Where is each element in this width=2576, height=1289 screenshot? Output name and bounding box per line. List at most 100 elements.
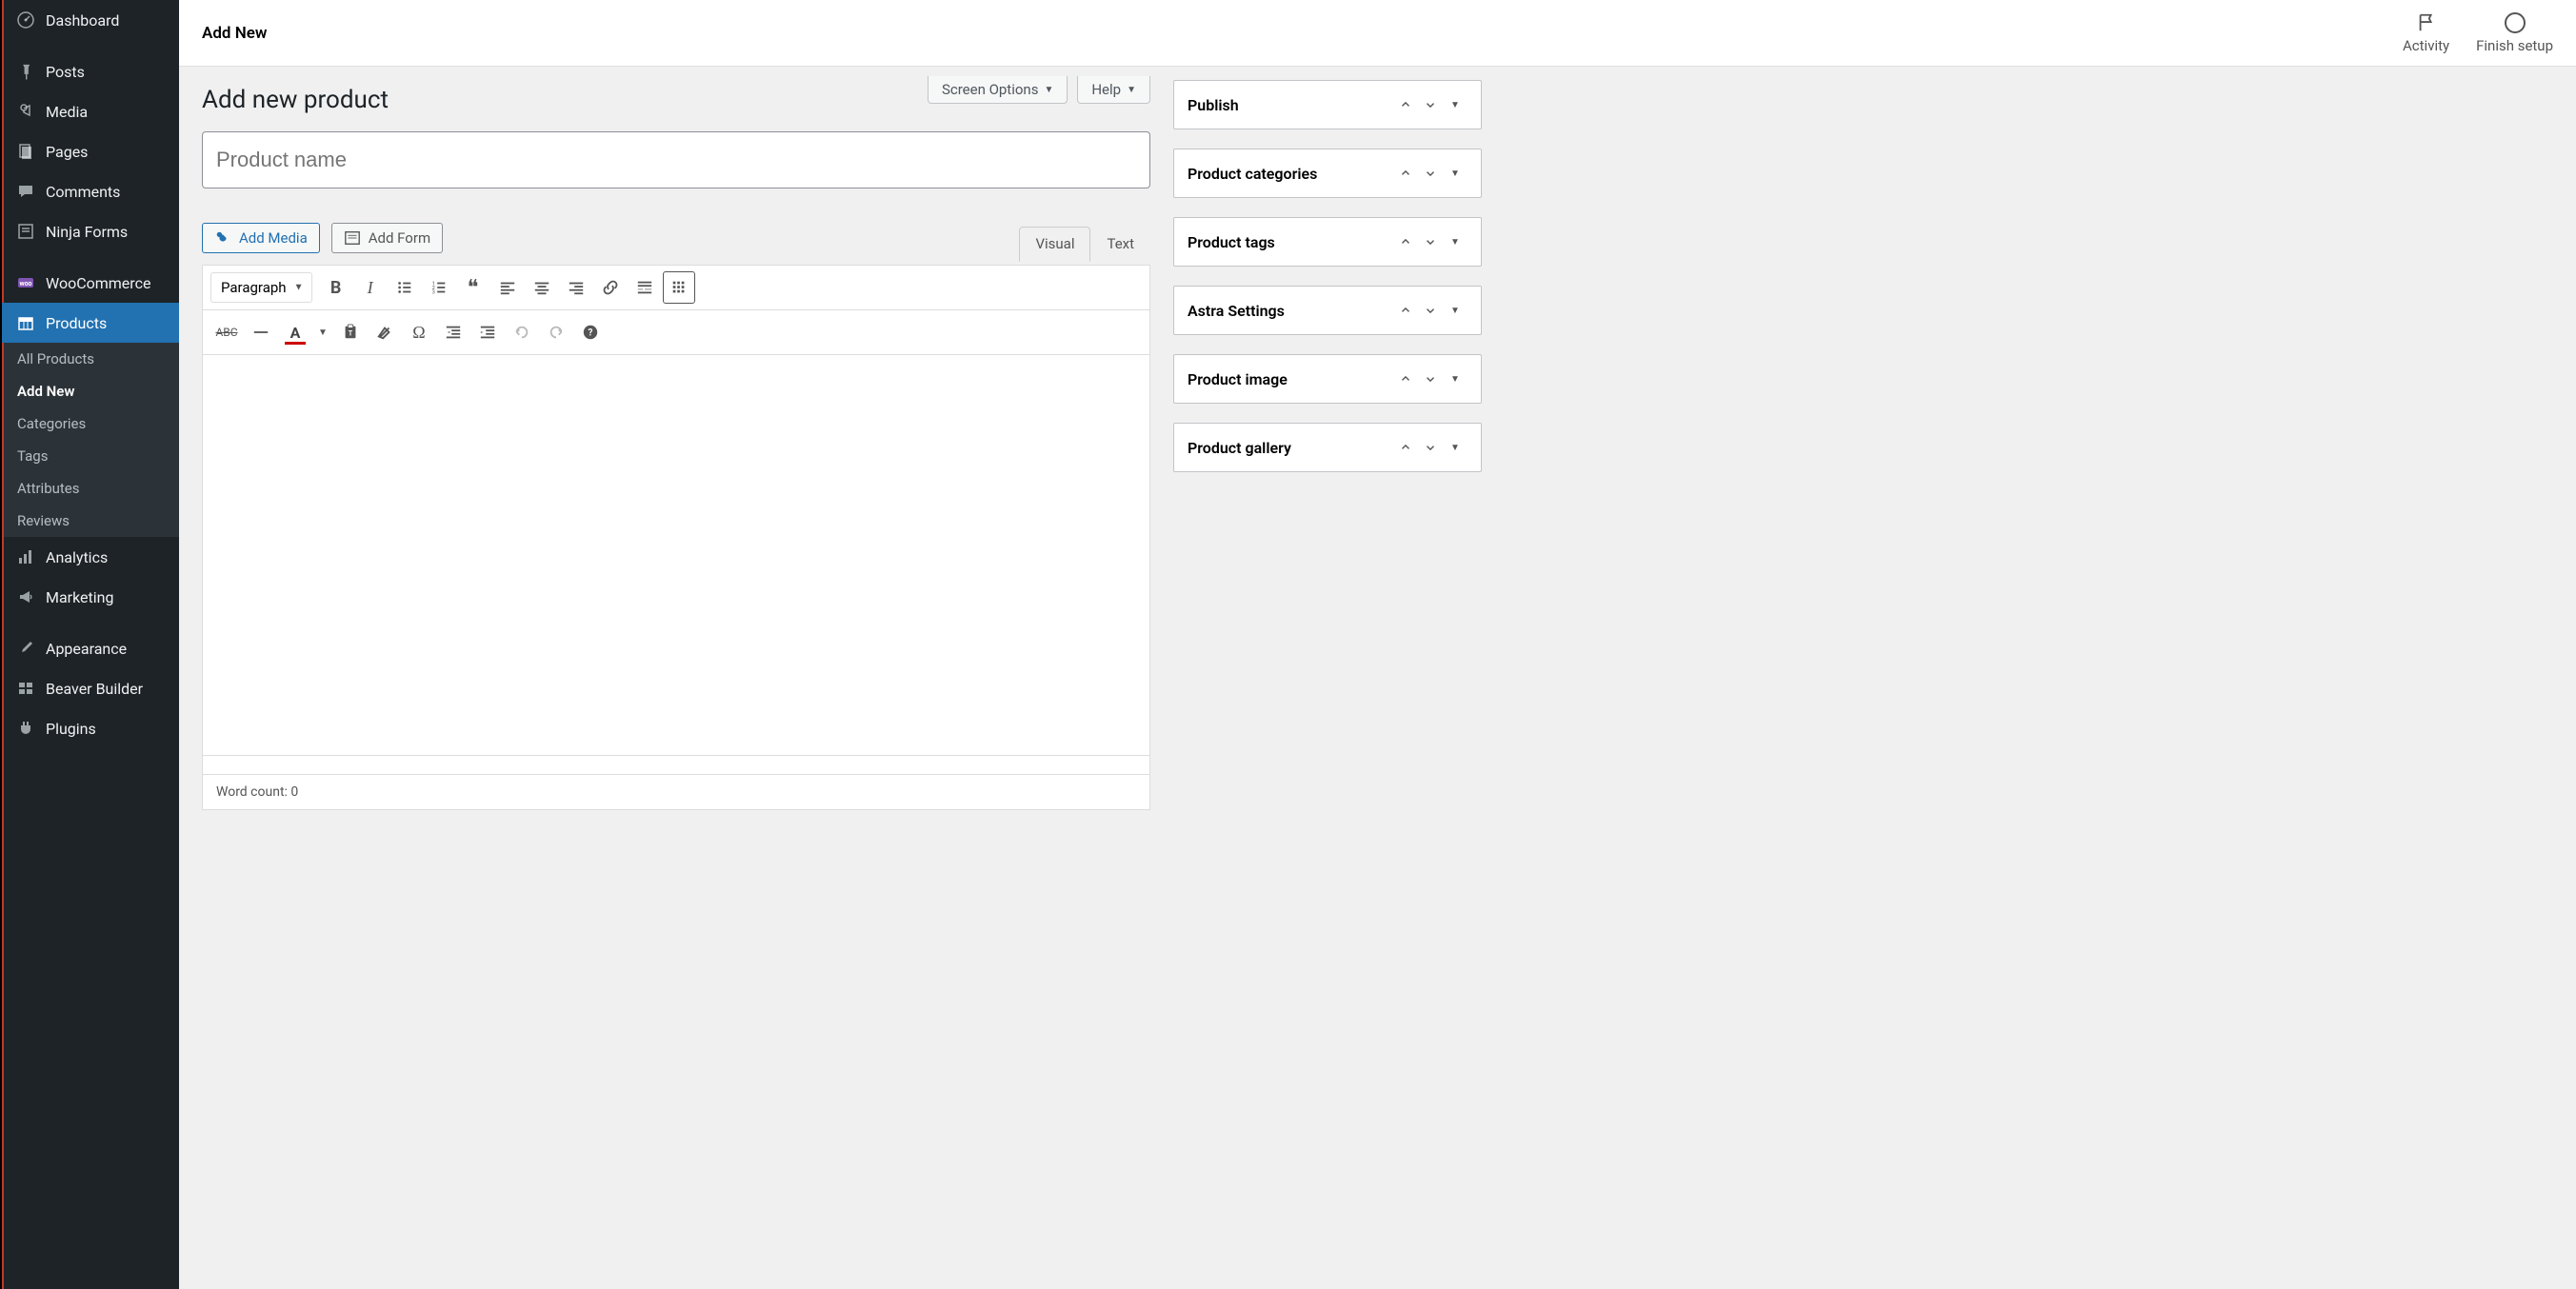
metabox-product-gallery: Product gallery ▼ <box>1173 423 1482 472</box>
clear-formatting-button[interactable] <box>369 316 401 348</box>
metabox-publish: Publish ▼ <box>1173 80 1482 129</box>
form-icon <box>344 229 361 247</box>
product-name-input[interactable] <box>202 131 1150 188</box>
sidebar-item-products[interactable]: Products <box>2 303 179 343</box>
sidebar-item-analytics[interactable]: Analytics <box>2 537 179 577</box>
indent-button[interactable] <box>471 316 504 348</box>
move-down-button[interactable] <box>1418 435 1443 460</box>
special-char-button[interactable]: Ω <box>403 316 435 348</box>
editor-textarea[interactable] <box>203 355 1149 755</box>
link-button[interactable] <box>594 271 627 304</box>
outdent-button[interactable] <box>437 316 469 348</box>
redo-button[interactable] <box>540 316 572 348</box>
toggle-panel-button[interactable]: ▼ <box>1443 92 1468 117</box>
form-icon <box>15 221 36 242</box>
svg-text:3: 3 <box>431 289 434 295</box>
move-down-button[interactable] <box>1418 298 1443 323</box>
word-count: Word count: 0 <box>203 774 1149 809</box>
activity-button[interactable]: Activity <box>2403 12 2449 54</box>
sidebar-item-label: Posts <box>46 63 85 81</box>
sidebar-item-plugins[interactable]: Plugins <box>2 708 179 748</box>
sidebar-item-media[interactable]: Media <box>2 91 179 131</box>
top-bar: Add New Activity Finish setup <box>179 0 2576 67</box>
strikethrough-button[interactable]: ABC <box>210 316 243 348</box>
toggle-panel-button[interactable]: ▼ <box>1443 435 1468 460</box>
text-color-button[interactable]: A <box>279 316 311 348</box>
format-select[interactable]: Paragraph <box>210 272 312 303</box>
visual-tab[interactable]: Visual <box>1019 227 1090 262</box>
move-down-button[interactable] <box>1418 92 1443 117</box>
align-left-button[interactable] <box>491 271 524 304</box>
sidebar-item-posts[interactable]: Posts <box>2 51 179 91</box>
add-form-button[interactable]: Add Form <box>331 223 443 253</box>
sidebar-item-label: Media <box>46 103 88 121</box>
move-up-button[interactable] <box>1393 367 1418 391</box>
sidebar-item-label: Analytics <box>46 548 108 566</box>
sidebar-item-pages[interactable]: Pages <box>2 131 179 171</box>
submenu-categories[interactable]: Categories <box>2 407 179 440</box>
sidebar-item-beaver-builder[interactable]: Beaver Builder <box>2 668 179 708</box>
toggle-panel-button[interactable]: ▼ <box>1443 298 1468 323</box>
blockquote-button[interactable]: ❝ <box>457 271 489 304</box>
toggle-panel-button[interactable]: ▼ <box>1443 161 1468 186</box>
products-icon <box>15 312 36 333</box>
sidebar-item-label: Marketing <box>46 588 113 606</box>
toggle-panel-button[interactable]: ▼ <box>1443 367 1468 391</box>
submenu-tags[interactable]: Tags <box>2 440 179 472</box>
numbered-list-button[interactable]: 123 <box>423 271 455 304</box>
media-icon <box>15 101 36 122</box>
sidebar-item-marketing[interactable]: Marketing <box>2 577 179 617</box>
metabox-astra-settings: Astra Settings ▼ <box>1173 286 1482 335</box>
move-up-button[interactable] <box>1393 92 1418 117</box>
add-media-label: Add Media <box>239 229 308 247</box>
editor-toolbar: Paragraph B I 123 ❝ ABC <box>202 265 1150 810</box>
screen-options-button[interactable]: Screen Options ▼ <box>928 76 1068 104</box>
bullet-list-button[interactable] <box>389 271 421 304</box>
paste-text-button[interactable]: T <box>334 316 367 348</box>
svg-text:woo: woo <box>19 280 31 288</box>
add-media-button[interactable]: Add Media <box>202 223 320 253</box>
sidebar-item-woocommerce[interactable]: woo WooCommerce <box>2 263 179 303</box>
italic-button[interactable]: I <box>354 271 387 304</box>
move-up-button[interactable] <box>1393 298 1418 323</box>
finish-setup-button[interactable]: Finish setup <box>2476 12 2553 54</box>
appearance-icon <box>15 638 36 659</box>
sidebar-item-ninja-forms[interactable]: Ninja Forms <box>2 211 179 251</box>
undo-button[interactable] <box>506 316 538 348</box>
horizontal-rule-button[interactable] <box>245 316 277 348</box>
metabox-product-image: Product image ▼ <box>1173 354 1482 404</box>
flag-icon <box>2416 12 2437 33</box>
keyboard-help-button[interactable]: ? <box>574 316 607 348</box>
text-tab[interactable]: Text <box>1090 227 1150 261</box>
toolbar-toggle-button[interactable] <box>663 271 695 304</box>
read-more-button[interactable] <box>629 271 661 304</box>
sidebar-item-label: Beaver Builder <box>46 680 143 698</box>
move-up-button[interactable] <box>1393 229 1418 254</box>
submenu-attributes[interactable]: Attributes <box>2 472 179 505</box>
metabox-title: Product categories <box>1188 165 1393 183</box>
submenu-all-products[interactable]: All Products <box>2 343 179 375</box>
breadcrumb: Add New <box>202 24 267 43</box>
sidebar-item-appearance[interactable]: Appearance <box>2 628 179 668</box>
text-color-dropdown[interactable]: ▼ <box>313 316 332 348</box>
move-down-button[interactable] <box>1418 229 1443 254</box>
align-center-button[interactable] <box>526 271 558 304</box>
align-right-button[interactable] <box>560 271 592 304</box>
sidebar-item-dashboard[interactable]: Dashboard <box>2 0 179 40</box>
submenu-add-new[interactable]: Add New <box>2 375 179 407</box>
move-down-button[interactable] <box>1418 161 1443 186</box>
toggle-panel-button[interactable]: ▼ <box>1443 229 1468 254</box>
move-down-button[interactable] <box>1418 367 1443 391</box>
submenu-reviews[interactable]: Reviews <box>2 505 179 537</box>
caret-down-icon: ▼ <box>1127 85 1136 95</box>
metabox-title: Astra Settings <box>1188 302 1393 320</box>
pin-icon <box>15 61 36 82</box>
help-button[interactable]: Help ▼ <box>1077 76 1150 104</box>
move-up-button[interactable] <box>1393 161 1418 186</box>
bold-button[interactable]: B <box>320 271 352 304</box>
sidebar-item-comments[interactable]: Comments <box>2 171 179 211</box>
media-icon <box>214 229 231 247</box>
svg-text:T: T <box>349 329 353 338</box>
admin-sidebar: Dashboard Posts Media Pages Comments Nin… <box>0 0 179 1289</box>
move-up-button[interactable] <box>1393 435 1418 460</box>
